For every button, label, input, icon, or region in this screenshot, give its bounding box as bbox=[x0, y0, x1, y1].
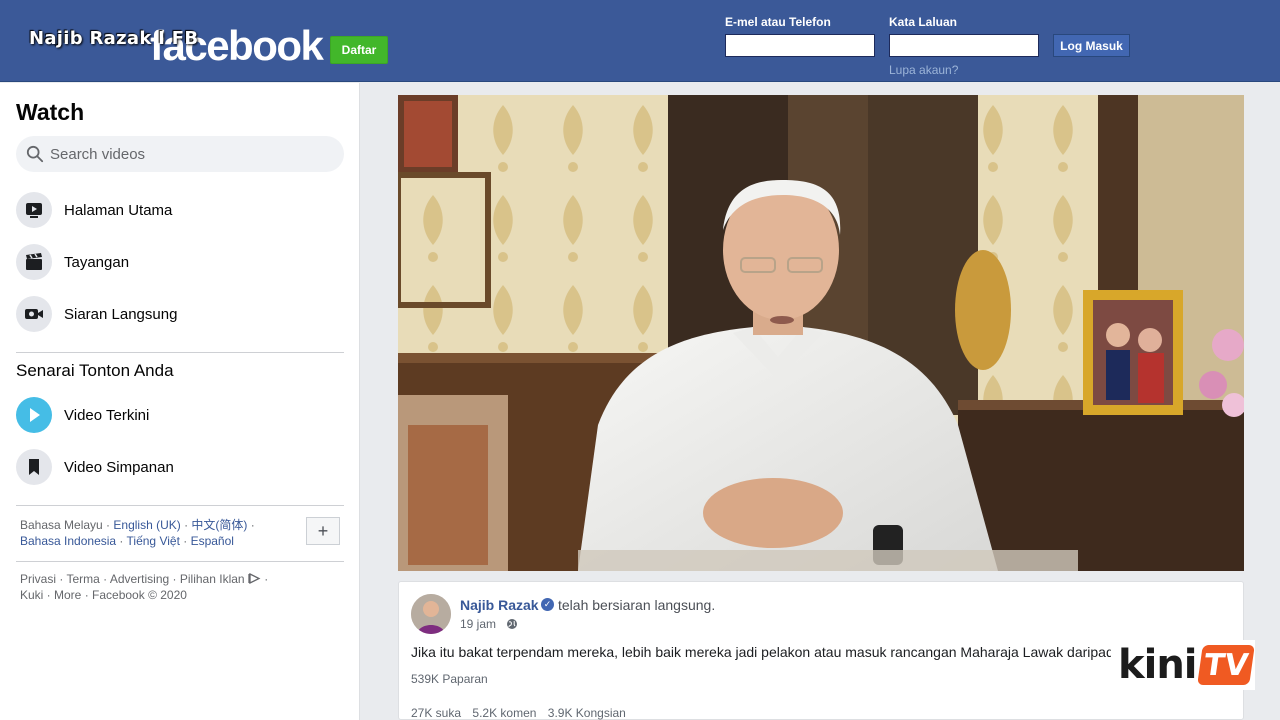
footer-links: Privasi · Terma · Advertising · Pilihan … bbox=[20, 572, 269, 602]
sidebar-item-label: Siaran Langsung bbox=[64, 305, 178, 323]
email-label: E-mel atau Telefon bbox=[725, 15, 831, 29]
divider bbox=[16, 561, 344, 562]
post-action-text: telah bersiaran langsung. bbox=[558, 597, 716, 613]
search-placeholder: Search videos bbox=[50, 145, 146, 163]
video-player[interactable] bbox=[398, 95, 1244, 571]
language-link[interactable]: English (UK) bbox=[113, 518, 180, 532]
post-text: Jika itu bakat terpendam mereka, lebih b… bbox=[411, 644, 1111, 660]
privacy-link[interactable]: Privasi bbox=[20, 572, 56, 586]
share-count[interactable]: 3.9K Kongsian bbox=[548, 706, 626, 720]
language-link[interactable]: Español bbox=[191, 534, 234, 548]
post-author-name[interactable]: Najib Razak bbox=[460, 597, 539, 613]
sidebar-item-latest-videos[interactable]: Video Terkini bbox=[16, 393, 344, 437]
broadcast-overlay-title: Najib Razak I FB bbox=[29, 28, 199, 49]
page-title: Watch bbox=[16, 99, 85, 125]
kinitv-tv-badge: TV bbox=[1196, 645, 1255, 685]
video-icon bbox=[16, 192, 52, 228]
signup-button[interactable]: Daftar bbox=[330, 36, 388, 64]
watch-sidebar: Watch Search videos Halaman Utama Tayang… bbox=[0, 83, 360, 720]
email-field[interactable] bbox=[725, 34, 875, 57]
watchlist-section-title: Senarai Tonton Anda bbox=[16, 361, 174, 380]
sidebar-item-label: Tayangan bbox=[64, 253, 130, 271]
more-link[interactable]: More bbox=[54, 588, 81, 602]
avatar[interactable] bbox=[411, 594, 451, 634]
bookmark-icon bbox=[16, 449, 52, 485]
verified-badge-icon: ✓ bbox=[541, 598, 554, 611]
like-count[interactable]: 27K suka bbox=[411, 706, 461, 720]
ad-choices-link[interactable]: Pilihan Iklan bbox=[180, 572, 245, 586]
view-count: 539K Paparan bbox=[411, 672, 488, 686]
kinitv-watermark-logo: kini TV bbox=[1112, 640, 1255, 690]
sidebar-item-label: Video Terkini bbox=[64, 406, 150, 424]
advertising-link[interactable]: Advertising bbox=[110, 572, 169, 586]
sidebar-item-label: Video Simpanan bbox=[64, 458, 174, 476]
sidebar-item-home[interactable]: Halaman Utama bbox=[16, 188, 344, 232]
ad-choices-icon bbox=[248, 572, 261, 585]
language-link[interactable]: 中文(简体) bbox=[191, 518, 247, 532]
search-icon bbox=[26, 145, 44, 163]
post-timestamp[interactable]: 19 jam bbox=[460, 617, 496, 631]
search-videos-input[interactable]: Search videos bbox=[16, 136, 344, 172]
language-selector: Bahasa Melayu · English (UK) · 中文(简体) · … bbox=[20, 518, 255, 548]
terms-link[interactable]: Terma bbox=[66, 572, 99, 586]
sidebar-item-live[interactable]: Siaran Langsung bbox=[16, 292, 344, 336]
live-camera-icon bbox=[16, 296, 52, 332]
login-button[interactable]: Log Masuk bbox=[1053, 34, 1130, 57]
sidebar-item-label: Halaman Utama bbox=[64, 201, 173, 219]
clapperboard-icon bbox=[16, 244, 52, 280]
divider bbox=[16, 352, 344, 353]
cookies-link[interactable]: Kuki bbox=[20, 588, 43, 602]
top-bar: facebook Najib Razak I FB Daftar E-mel a… bbox=[0, 0, 1280, 82]
divider bbox=[16, 505, 344, 506]
sidebar-item-saved-videos[interactable]: Video Simpanan bbox=[16, 445, 344, 489]
password-field[interactable] bbox=[889, 34, 1039, 57]
language-link[interactable]: Tiếng Việt bbox=[127, 534, 180, 548]
copyright: Facebook © 2020 bbox=[92, 588, 187, 602]
password-label: Kata Laluan bbox=[889, 15, 958, 29]
kinitv-brand-text: kini bbox=[1118, 642, 1197, 688]
forgot-account-link[interactable]: Lupa akaun? bbox=[889, 63, 958, 77]
language-link[interactable]: Bahasa Indonesia bbox=[20, 534, 116, 548]
sidebar-item-shows[interactable]: Tayangan bbox=[16, 240, 344, 284]
globe-icon bbox=[507, 619, 517, 629]
comment-count[interactable]: 5.2K komen bbox=[472, 706, 536, 720]
add-language-button[interactable]: + bbox=[306, 517, 340, 545]
current-language: Bahasa Melayu bbox=[20, 518, 103, 532]
video-frame-image bbox=[398, 95, 1244, 571]
play-icon bbox=[16, 397, 52, 433]
engagement-stats: 27K suka 5.2K komen 3.9K Kongsian bbox=[411, 706, 634, 720]
